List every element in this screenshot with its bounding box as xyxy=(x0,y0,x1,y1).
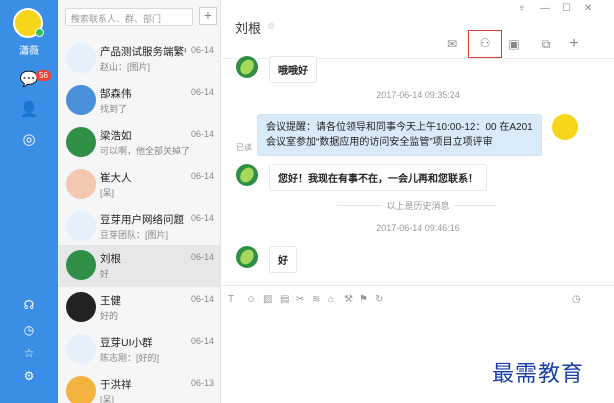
conversation-item[interactable]: 梁浩如 06-14 可以啊，他全部关掉了 xyxy=(58,122,220,164)
chat-panel: ♆ — ☐ ✕ 刘根 ♲ ✉ ⚇ ▣ ⧉ + 哦哦好 2017-06-14 09… xyxy=(222,0,614,403)
history-label: 以上是历史消息 xyxy=(222,199,614,212)
pin-icon[interactable]: ♆ xyxy=(518,3,526,14)
file-icon[interactable]: ▤ xyxy=(280,294,289,305)
refresh-icon[interactable]: ↻ xyxy=(375,294,383,305)
avatar xyxy=(66,376,96,403)
screenshot-icon[interactable]: ✂ xyxy=(296,294,304,305)
message-bubble-mine: 会议提醒：请各位领导和同事今天上午10:00-12：00 在A201会议室参加“… xyxy=(257,114,542,156)
star-icon[interactable]: ☆ xyxy=(19,343,39,363)
snippet-icon[interactable]: ⚑ xyxy=(359,294,368,305)
add-button[interactable]: + xyxy=(199,7,217,25)
apps-icon[interactable]: ◎ xyxy=(19,130,39,150)
conversation-item[interactable]: 豆芽UI小群 06-14 陈志刚：[好的] xyxy=(58,329,220,371)
more-plus-icon[interactable]: + xyxy=(564,35,584,53)
avatar xyxy=(66,127,96,157)
mail-icon[interactable]: ✉ xyxy=(442,35,462,53)
online-status-dot xyxy=(35,28,44,37)
timestamp: 2017-06-14 09:35:24 xyxy=(222,90,614,100)
avatar xyxy=(66,169,96,199)
clock-icon[interactable]: ◷ xyxy=(19,320,39,340)
clock-icon[interactable]: ◷ xyxy=(572,294,581,305)
screen-share-icon[interactable]: ⧉ xyxy=(536,35,556,53)
user-avatar[interactable] xyxy=(13,8,44,38)
close-icon[interactable]: ✕ xyxy=(584,3,592,14)
avatar xyxy=(66,250,96,280)
chat-title: 刘根 xyxy=(235,21,262,36)
message-bubble: 您好！我现在有事不在，一会儿再和您联系！ xyxy=(269,164,487,191)
add-contact-icon[interactable]: ⚇ xyxy=(468,30,502,58)
contacts-icon[interactable]: 👤 xyxy=(19,100,39,120)
conversation-item-active[interactable]: 刘根 06-14 好 xyxy=(58,245,220,287)
emoji-icon[interactable]: ☺ xyxy=(246,294,256,305)
tools-icon[interactable]: ⚒ xyxy=(344,294,353,305)
text-format-icon[interactable]: T xyxy=(228,294,234,305)
unread-badge: 56 xyxy=(36,70,51,81)
conversation-item[interactable]: 崔大人 06-14 [呆] xyxy=(58,164,220,206)
avatar xyxy=(66,85,96,115)
conversation-item[interactable]: 王健 06-14 好的 xyxy=(58,287,220,329)
conversation-item[interactable]: 产品测试服务端繁餐... 06-14 赵山：[图片] xyxy=(58,38,220,80)
my-avatar[interactable] xyxy=(552,114,578,140)
contact-avatar[interactable] xyxy=(236,56,258,78)
history-icon[interactable]: ⌂ xyxy=(328,294,334,305)
avatar xyxy=(66,211,96,241)
maximize-icon[interactable]: ☐ xyxy=(562,3,571,14)
shake-icon[interactable]: ≋ xyxy=(312,294,320,305)
minimize-icon[interactable]: — xyxy=(540,3,550,14)
watermark: 最需教育 xyxy=(492,362,585,387)
settings-icon[interactable]: ⚙ xyxy=(19,366,39,386)
image-icon[interactable]: ▨ xyxy=(263,294,272,305)
conversation-item[interactable]: 于洪祥 06-13 [呆] xyxy=(58,371,220,403)
contact-avatar[interactable] xyxy=(236,246,258,268)
conversation-list: 搜索联系人、群、部门 ⌕ + 产品测试服务端繁餐... 06-14 赵山：[图片… xyxy=(58,0,221,403)
headset-icon[interactable]: ☊ xyxy=(19,295,39,315)
message-bubble: 好 xyxy=(269,246,297,273)
avatar xyxy=(66,43,96,73)
search-icon: ⌕ xyxy=(71,11,77,22)
search-input[interactable]: 搜索联系人、群、部门 ⌕ xyxy=(65,8,193,26)
conversation-item[interactable]: 豆芽用户网络问题 06-14 豆芽团队：[图片] xyxy=(58,206,220,248)
input-divider xyxy=(222,285,614,286)
conversation-item[interactable]: 郜森伟 06-14 找到了 xyxy=(58,80,220,122)
avatar xyxy=(66,334,96,364)
timestamp: 2017-06-14 09:46:16 xyxy=(222,223,614,233)
user-name: 瀟薇 xyxy=(19,46,39,57)
chat-title-icon[interactable]: ♲ xyxy=(267,21,275,32)
nav-rail: 瀟薇 💬 56 👤 ◎ ☊ ◷ ☆ ⚙ xyxy=(0,0,58,403)
avatar xyxy=(66,292,96,322)
message-bubble: 哦哦好 xyxy=(269,56,317,83)
profile-card-icon[interactable]: ▣ xyxy=(504,35,524,53)
contact-avatar[interactable] xyxy=(236,164,258,186)
read-status: 已读 xyxy=(236,143,252,152)
